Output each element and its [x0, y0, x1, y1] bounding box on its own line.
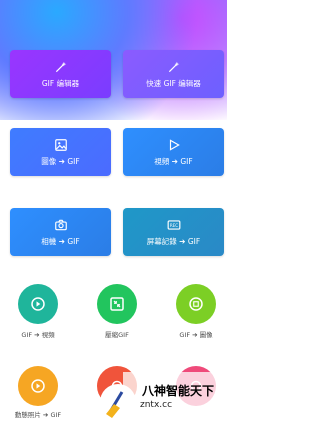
video-to-gif-button[interactable]: 視頻 ➔ GIF	[123, 128, 224, 176]
watermark-overlay	[123, 372, 227, 430]
tool-label: 壓縮GIF	[105, 331, 129, 339]
video-circle-icon	[31, 297, 45, 311]
compress-gif-button[interactable]	[97, 284, 137, 324]
card-label: 屏幕記錄 ➔ GIF	[146, 236, 201, 246]
screen-record-to-gif-button[interactable]: REC 屏幕記錄 ➔ GIF	[123, 208, 224, 256]
live-photo-icon	[31, 379, 45, 393]
play-icon	[169, 138, 180, 151]
svg-text:REC: REC	[169, 222, 177, 227]
live-photo-to-gif-button[interactable]	[18, 366, 58, 406]
tool-label: 動態照片 ➔ GIF	[14, 411, 62, 419]
watermark-url: zntx.cc	[140, 400, 173, 410]
wand-icon	[55, 61, 66, 72]
card-label: 視頻 ➔ GIF	[154, 156, 193, 166]
camera-to-gif-button[interactable]: 相機 ➔ GIF	[10, 208, 111, 256]
tool-label: GIF ➔ 圖像	[179, 331, 213, 339]
gif-editor-button[interactable]: GIF 编辑器	[10, 50, 111, 98]
gif-to-image-button[interactable]	[176, 284, 216, 324]
image-to-gif-button[interactable]: 圖像 ➔ GIF	[10, 128, 111, 176]
wand-icon	[168, 61, 179, 72]
card-label: GIF 编辑器	[41, 78, 80, 88]
quick-gif-editor-button[interactable]: 快速 GIF 编辑器	[123, 50, 224, 98]
broom-logo-icon	[100, 384, 136, 420]
gif-to-video-button[interactable]	[18, 284, 58, 324]
image-convert-icon	[189, 297, 203, 311]
image-icon	[54, 138, 67, 151]
card-label: 圖像 ➔ GIF	[41, 156, 80, 166]
card-label: 快速 GIF 编辑器	[146, 78, 201, 88]
rec-icon: REC	[167, 219, 180, 230]
card-label: 相機 ➔ GIF	[41, 236, 80, 246]
compress-icon	[110, 297, 124, 311]
watermark-title: 八神智能天下	[142, 384, 215, 398]
camera-icon	[54, 219, 67, 230]
tool-label: GIF ➔ 視頻	[21, 331, 55, 339]
